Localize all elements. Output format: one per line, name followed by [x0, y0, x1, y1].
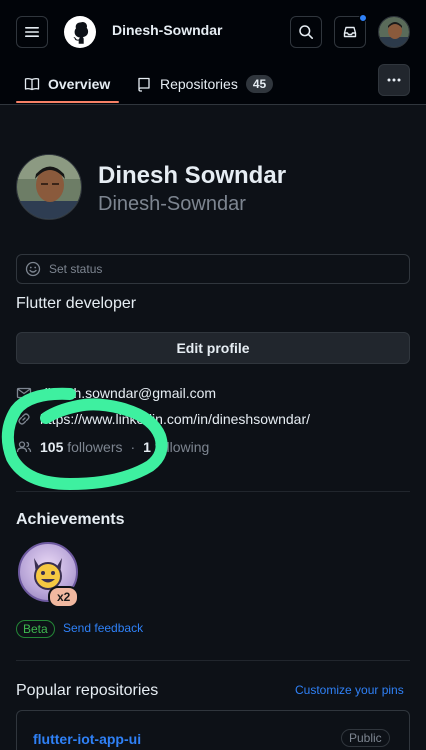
followers-label: followers	[67, 439, 123, 455]
profile-website: https://www.linkedin.com/in/dineshsownda…	[16, 411, 310, 427]
profile-email: dinesh.sowndar@gmail.com	[16, 385, 216, 401]
search-icon	[299, 25, 313, 39]
repo-icon	[138, 77, 150, 92]
header-username[interactable]: Dinesh-Sowndar	[112, 22, 222, 38]
tab-label: Repositories	[160, 76, 238, 92]
customize-pins-link[interactable]: Customize your pins	[295, 683, 404, 697]
following-link[interactable]: 1 following	[143, 439, 209, 455]
achievements-heading: Achievements	[16, 511, 125, 528]
people-icon	[16, 441, 32, 453]
tab-overview[interactable]: Overview	[24, 64, 110, 104]
repo-count-badge: 45	[245, 75, 274, 93]
followers-count: 105	[40, 439, 64, 455]
followers-link[interactable]: 105 followers	[40, 439, 123, 455]
website-link[interactable]: https://www.linkedin.com/in/dineshsownda…	[40, 411, 310, 427]
inbox-icon	[343, 26, 357, 38]
user-avatar[interactable]	[378, 16, 410, 48]
repo-name-link[interactable]: flutter-iot-app-ui	[33, 731, 141, 747]
notification-indicator	[359, 14, 367, 22]
kebab-horizontal-icon	[387, 78, 401, 82]
more-options-button[interactable]	[378, 64, 410, 96]
profile-login: Dinesh-Sowndar	[98, 193, 246, 215]
profile-full-name: Dinesh Sowndar	[98, 162, 287, 189]
follow-separator: ·	[130, 439, 136, 455]
popular-repositories-heading: Popular repositories	[16, 682, 159, 699]
mail-icon	[16, 387, 32, 399]
profile-avatar[interactable]	[16, 154, 82, 220]
email-link[interactable]: dinesh.sowndar@gmail.com	[40, 385, 216, 401]
profile-bio: Flutter developer	[16, 295, 137, 312]
following-count: 1	[143, 439, 151, 455]
set-status-button[interactable]: Set status	[16, 254, 410, 284]
send-feedback-link[interactable]: Send feedback	[63, 621, 143, 635]
top-bar: Dinesh-Sowndar	[0, 0, 426, 64]
profile-tab-bar: Overview Repositories 45	[0, 64, 426, 105]
tab-label: Overview	[48, 76, 111, 92]
search-button[interactable]	[290, 16, 322, 48]
smiley-icon	[25, 261, 41, 277]
book-icon	[24, 77, 40, 91]
edit-profile-button[interactable]: Edit profile	[16, 332, 410, 364]
badge-multiplier: x2	[48, 586, 80, 608]
tab-repositories[interactable]: Repositories 45	[136, 64, 274, 104]
beta-label: Beta	[16, 620, 55, 638]
menu-button[interactable]	[16, 16, 48, 48]
profile-follow-stats: 105 followers · 1 following	[16, 439, 209, 455]
repo-card: flutter-iot-app-ui Public	[16, 710, 410, 750]
following-label: following	[154, 439, 210, 455]
link-icon	[18, 413, 30, 425]
set-status-label: Set status	[49, 262, 103, 276]
github-logo-icon[interactable]	[64, 16, 96, 48]
section-divider	[16, 660, 410, 661]
section-divider	[16, 491, 410, 492]
active-tab-indicator	[16, 101, 119, 103]
repo-visibility-badge: Public	[341, 729, 390, 747]
hamburger-icon	[25, 27, 39, 37]
